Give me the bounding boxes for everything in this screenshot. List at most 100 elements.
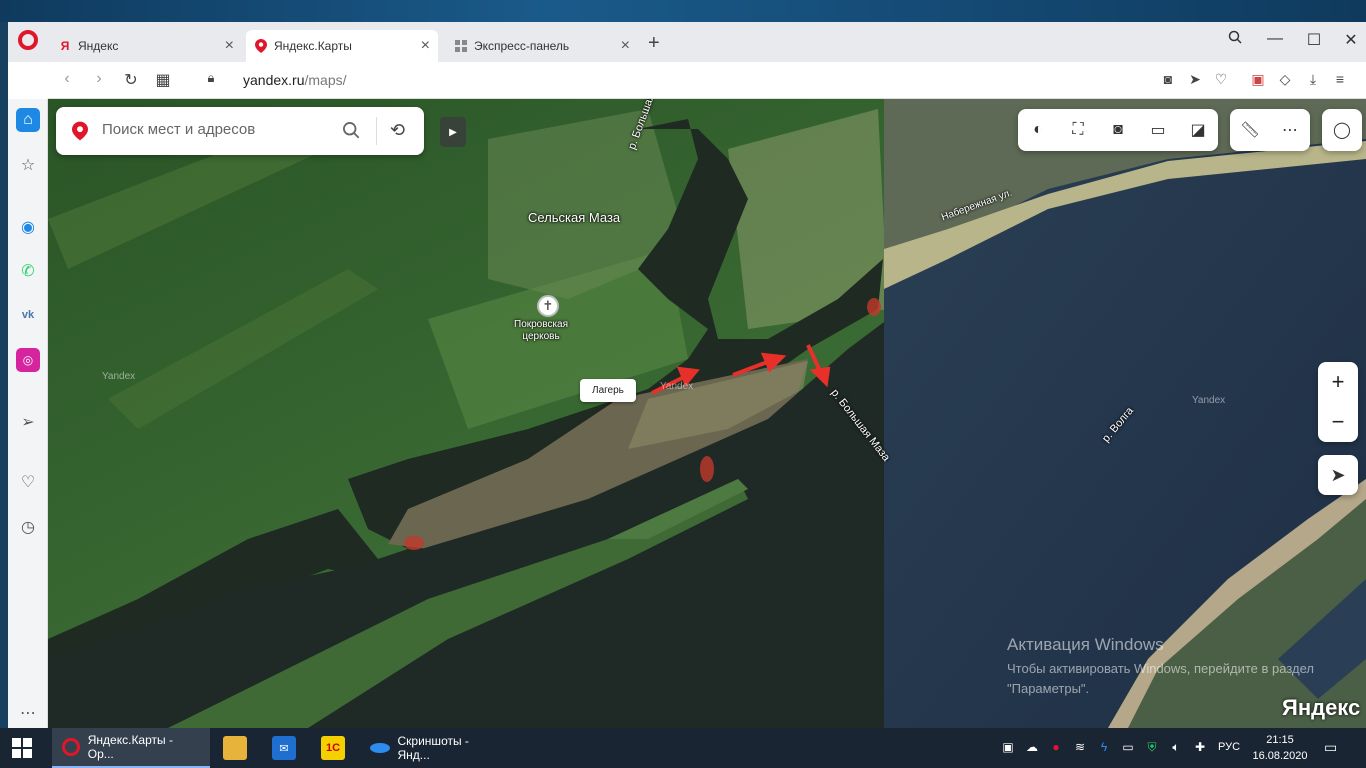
panorama-icon[interactable]: ⛶ — [1058, 109, 1098, 151]
lock-icon[interactable]: 🔒︎ — [200, 70, 222, 86]
yandex-disk-icon — [370, 743, 390, 753]
zoom-in-button[interactable]: + — [1318, 362, 1358, 402]
yandex-watermark: Yandex — [1192, 395, 1226, 406]
close-tab-icon[interactable]: × — [421, 37, 430, 55]
map-search-box: ⟲ — [56, 107, 424, 155]
more-icon[interactable]: ⋯ — [16, 701, 40, 725]
route-icon[interactable]: ⟲ — [390, 120, 405, 141]
desktop-background-left — [0, 22, 8, 728]
tray-app-icon[interactable]: ▣ — [1000, 740, 1016, 754]
taskbar-app-screenshots[interactable]: Скриншоты - Янд... — [360, 728, 512, 768]
maximize-icon[interactable]: ☐ — [1303, 30, 1325, 50]
tab-yandex[interactable]: Я Яндекс × — [50, 30, 242, 62]
taskbar-app-label: Скриншоты - Янд... — [397, 734, 469, 762]
send-icon[interactable]: ➢ — [16, 410, 40, 434]
close-tab-icon[interactable]: × — [621, 37, 630, 55]
tray-opera-icon[interactable]: ● — [1048, 740, 1064, 754]
minimize-icon[interactable]: — — [1264, 30, 1286, 48]
url-field[interactable]: yandex.ru/maps/ — [243, 72, 347, 88]
address-bar: ‹ › ↻ ▦ 🔒︎ yandex.ru/maps/ ◙ ➤ ♡ ▣ ◇ ⤓ ≡ — [48, 62, 1366, 99]
clock-date: 16.08.2020 — [1252, 750, 1308, 762]
divider — [376, 117, 377, 145]
grid-favicon-icon — [454, 39, 468, 53]
defender-icon[interactable]: ✚ — [1192, 740, 1208, 754]
yandex-map-logo[interactable]: Яндекс — [1282, 695, 1360, 721]
tab-label: Яндекс.Карты — [274, 39, 352, 53]
ruler-icon[interactable]: 📏︎ — [1230, 109, 1270, 151]
file-explorer-icon[interactable] — [223, 736, 247, 760]
browser-window: Я Яндекс × Яндекс.Карты × Экспресс-панел… — [8, 22, 1366, 728]
reload-icon[interactable]: ↻ — [120, 70, 142, 90]
menu-icon[interactable]: ≡ — [1330, 71, 1350, 87]
zoom-out-button[interactable]: − — [1318, 402, 1358, 442]
notifications-icon[interactable]: ▭ — [1324, 739, 1337, 756]
windows-activation-title: Активация Windows — [1007, 635, 1164, 654]
close-window-icon[interactable]: ✕ — [1340, 30, 1362, 50]
star-icon[interactable]: ☆ — [16, 153, 40, 177]
volume-icon[interactable]: 🔈︎ — [1168, 740, 1184, 755]
clock[interactable]: 21:15 16.08.2020 — [1252, 732, 1308, 764]
sidebar: ⌂ ☆ ◉ ✆ vk ◎ ➢ ♡ ◷ ⋯ — [8, 99, 48, 728]
new-tab-button[interactable]: + — [648, 32, 660, 55]
avatar-icon[interactable]: ◯ — [1322, 109, 1362, 151]
download-icon[interactable]: ⤓ — [1303, 71, 1323, 88]
windows-activation-text: Чтобы активировать Windows, перейдите в … — [1007, 661, 1314, 696]
wifi-icon[interactable]: ≋ — [1072, 740, 1088, 754]
satellite-imagery — [48, 99, 1366, 728]
profile-toolbar: ◯ — [1322, 109, 1362, 151]
language-indicator[interactable]: РУС — [1218, 741, 1240, 753]
search-input[interactable] — [102, 121, 332, 138]
tabs-overview-icon[interactable]: ▦ — [152, 70, 174, 90]
more-icon[interactable]: ⋯ — [1270, 109, 1310, 151]
tab-yandex-maps[interactable]: Яндекс.Карты × — [246, 30, 438, 62]
map-pin-favicon-icon — [254, 39, 268, 53]
cube-icon[interactable]: ◇ — [1275, 71, 1295, 88]
tray-bolt-icon[interactable]: ϟ — [1096, 740, 1112, 754]
send-icon[interactable]: ➤ — [1185, 71, 1205, 88]
whatsapp-icon[interactable]: ✆ — [16, 259, 40, 283]
url-domain: yandex.ru — [243, 72, 305, 88]
taskbar-app-label: Яндекс.Карты - Op... — [87, 733, 173, 761]
screen: Я Яндекс × Яндекс.Карты × Экспресс-панел… — [0, 0, 1366, 768]
geolocation-icon[interactable]: ➤ — [1318, 455, 1358, 495]
zoom-control: + − — [1318, 362, 1358, 442]
tab-search-icon[interactable] — [1224, 30, 1246, 49]
panel-expand-icon[interactable]: ▶ — [440, 117, 466, 147]
history-icon[interactable]: ◷ — [16, 515, 40, 539]
camp-label[interactable]: Лагерь — [580, 379, 636, 402]
heart-icon[interactable]: ♡ — [16, 470, 40, 494]
opera-icon — [62, 738, 80, 756]
1c-icon[interactable]: 1С — [321, 736, 345, 760]
traffic-icon[interactable]: ◪ — [1178, 109, 1218, 151]
church-label[interactable]: Покровская церковь — [514, 319, 568, 343]
village-label[interactable]: Сельская Маза — [528, 210, 620, 225]
shield-icon[interactable]: ⛨ — [1144, 740, 1160, 755]
instagram-icon[interactable]: ◎ — [16, 348, 40, 372]
camera-icon[interactable]: ◙ — [1158, 71, 1178, 87]
battery-icon[interactable]: ▭ — [1120, 740, 1136, 754]
taskbar-app-opera[interactable]: Яндекс.Карты - Op... — [52, 728, 210, 768]
taskbar: Яндекс.Карты - Op... ✉ 1С Скриншоты - Ян… — [0, 728, 1366, 768]
heart-icon[interactable]: ♡ — [1211, 71, 1231, 88]
home-icon[interactable]: ⌂ — [16, 108, 40, 132]
forward-icon[interactable]: › — [88, 70, 110, 88]
tools-toolbar: 📏︎ ⋯ — [1230, 109, 1310, 151]
map-view[interactable]: Сельская Маза ✝ Покровская церковь Лагер… — [48, 99, 1366, 728]
church-marker-icon[interactable]: ✝ — [537, 295, 559, 317]
extension-icon[interactable]: ▣ — [1248, 71, 1268, 88]
close-tab-icon[interactable]: × — [225, 37, 234, 55]
url-path: /maps/ — [304, 72, 347, 88]
photo-icon[interactable]: ◙ — [1098, 109, 1138, 151]
windows-start-icon[interactable] — [12, 738, 32, 758]
mail-icon[interactable]: ✉ — [272, 736, 296, 760]
vk-icon[interactable]: vk — [16, 303, 40, 327]
tray-cloud-icon[interactable]: ☁ — [1024, 740, 1040, 754]
back-icon[interactable]: ‹ — [56, 70, 78, 88]
messenger-icon[interactable]: ◉ — [16, 215, 40, 239]
opera-menu-icon[interactable] — [18, 30, 38, 50]
transport-icon[interactable]: ▭ — [1138, 109, 1178, 151]
tab-speed-dial[interactable]: Экспресс-панель × — [446, 30, 638, 62]
map-layer-icon[interactable]: ◐ — [1018, 109, 1058, 151]
tab-label: Яндекс — [78, 39, 119, 53]
yandex-watermark: Yandex — [102, 371, 136, 382]
